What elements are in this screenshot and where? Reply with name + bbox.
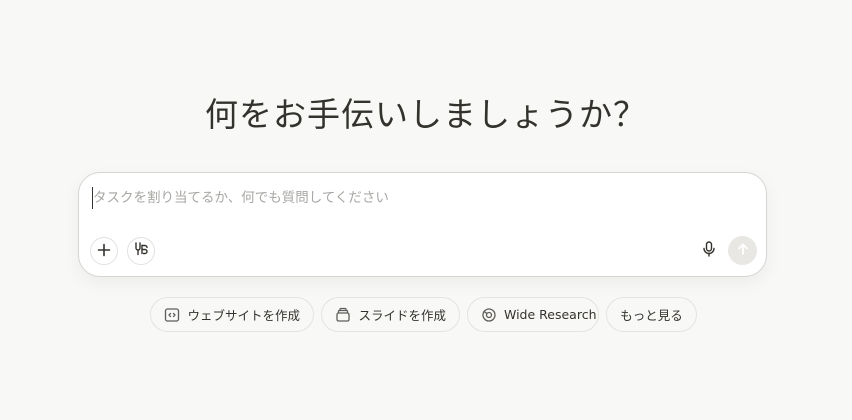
task-composer bbox=[78, 172, 767, 277]
send-button[interactable] bbox=[728, 236, 757, 265]
suggestion-label: スライドを作成 bbox=[358, 308, 446, 323]
slides-icon bbox=[335, 306, 351, 323]
task-input[interactable] bbox=[92, 187, 753, 209]
suggestion-create-slides[interactable]: スライドを作成 bbox=[321, 297, 460, 332]
voice-input-button[interactable] bbox=[697, 239, 721, 263]
arrow-up-icon bbox=[736, 241, 750, 260]
add-button[interactable] bbox=[90, 237, 118, 265]
page-heading: 何をお手伝いしましょうか？ bbox=[205, 95, 647, 134]
plus-icon bbox=[97, 242, 111, 261]
suggestion-wide-research[interactable]: Wide Research bbox=[467, 297, 599, 332]
globe-icon bbox=[481, 306, 497, 323]
suggestion-label: ウェブサイトを作成 bbox=[187, 308, 300, 323]
code-window-icon bbox=[164, 306, 180, 323]
suggestion-see-more[interactable]: もっと見る bbox=[606, 297, 697, 332]
microphone-icon bbox=[702, 241, 716, 261]
suggestion-label: Wide Research bbox=[504, 307, 597, 322]
suggestion-label: もっと見る bbox=[620, 308, 683, 323]
suggestion-build-website[interactable]: ウェブサイトを作成 bbox=[150, 297, 314, 332]
connect-button[interactable] bbox=[127, 237, 155, 265]
connector-icon bbox=[133, 241, 149, 261]
